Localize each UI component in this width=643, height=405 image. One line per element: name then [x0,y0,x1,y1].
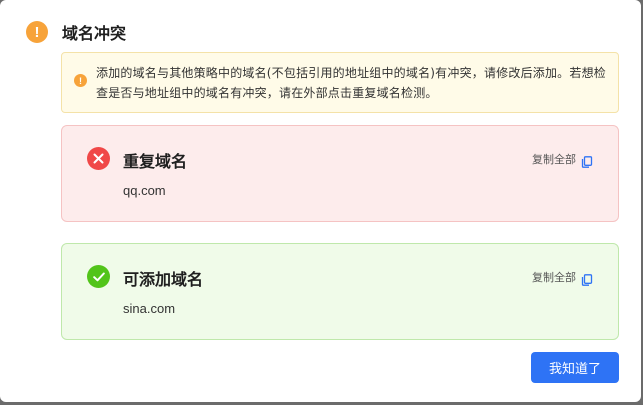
notice-text: 添加的域名与其他策略中的域名(不包括引用的地址组中的域名)有冲突，请修改后添加。… [96,66,606,100]
domain-conflict-dialog: ! 域名冲突 ! 添加的域名与其他策略中的域名(不包括引用的地址组中的域名)有冲… [0,0,641,402]
addable-domains-card: 可添加域名 复制全部 sina.com [61,243,619,340]
duplicate-domains-title: 重复域名 [123,152,188,171]
dialog-header: ! 域名冲突 [26,20,126,44]
copy-icon [581,153,593,168]
addable-domains-title: 可添加域名 [123,270,204,289]
copy-all-addable-button[interactable]: 复制全部 [532,269,593,286]
copy-all-duplicate-button[interactable]: 复制全部 [532,151,593,168]
confirm-button[interactable]: 我知道了 [531,352,619,383]
warning-icon: ! [74,74,87,87]
error-circle-icon [87,147,110,170]
warning-icon: ! [26,21,48,43]
addable-domain-item: sina.com [123,301,176,316]
copy-all-label: 复制全部 [532,153,576,166]
duplicate-domains-card: 重复域名 复制全部 qq.com [61,125,619,222]
dialog-title: 域名冲突 [62,24,127,43]
conflict-notice: ! 添加的域名与其他策略中的域名(不包括引用的地址组中的域名)有冲突，请修改后添… [61,52,619,113]
copy-all-label: 复制全部 [532,271,576,284]
check-circle-icon [87,265,110,288]
copy-icon [581,271,593,286]
duplicate-domain-item: qq.com [123,183,166,198]
